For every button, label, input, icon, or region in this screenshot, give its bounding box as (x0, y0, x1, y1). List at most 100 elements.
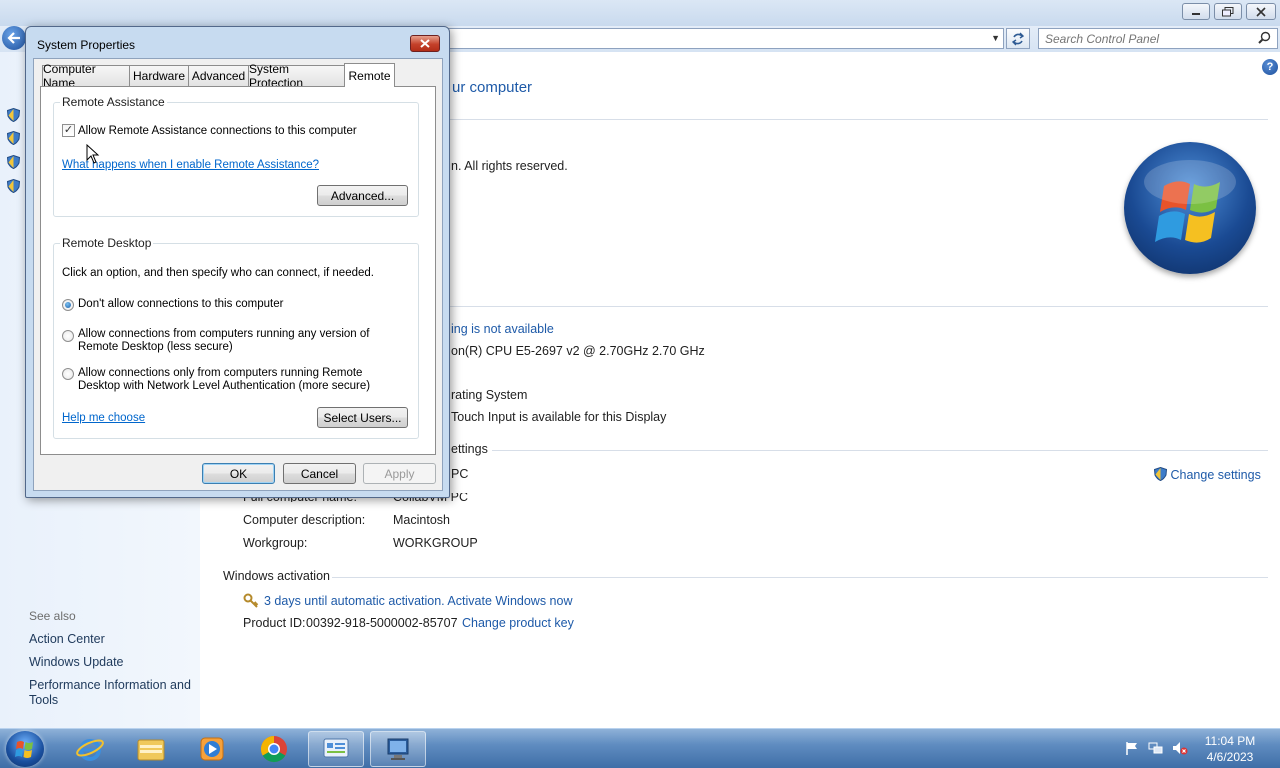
divider (492, 450, 1268, 451)
allow-any-version-radio[interactable] (62, 330, 74, 342)
see-also-action-center-link[interactable]: Action Center (29, 632, 194, 647)
allow-nla-only-radio[interactable] (62, 368, 74, 380)
dont-allow-label[interactable]: Don't allow connections to this computer (78, 298, 283, 311)
product-id-value: 00392-918-5000002-85707 (306, 616, 458, 630)
back-button[interactable] (2, 26, 26, 50)
restore-button[interactable] (1214, 3, 1242, 20)
windows-activation-heading: Windows activation (223, 569, 330, 583)
tab-remote[interactable]: Remote (344, 63, 395, 87)
taskbar (0, 728, 1280, 768)
computer-description-label: Computer description: (243, 513, 366, 527)
workgroup-value: WORKGROUP (393, 536, 478, 550)
chevron-down-icon[interactable]: ▼ (991, 33, 1000, 43)
see-also-windows-update-link[interactable]: Windows Update (29, 655, 194, 670)
dont-allow-radio[interactable] (62, 299, 74, 311)
dialog-body: Computer Name Hardware Advanced System P… (33, 58, 443, 491)
search-icon[interactable] (1258, 31, 1271, 44)
windows-flag-icon (15, 741, 33, 758)
allow-any-version-label-line2[interactable]: Remote Desktop (less secure) (78, 341, 233, 354)
computer-icon (387, 738, 409, 760)
shield-icon (7, 108, 20, 122)
taskbar-control-panel[interactable] (308, 731, 364, 767)
media-player-icon (200, 737, 224, 761)
computer-settings-heading: ettings (451, 442, 488, 456)
shield-icon (7, 179, 20, 193)
copyright-text: n. All rights reserved. (451, 159, 568, 173)
divider (450, 306, 1268, 307)
advanced-button[interactable]: Advanced... (317, 185, 408, 206)
tab-hardware[interactable]: Hardware (129, 65, 189, 86)
clock-date: 4/6/2023 (1206, 750, 1254, 764)
help-me-choose-link[interactable]: Help me choose (62, 412, 145, 424)
change-product-key-link[interactable]: Change product key (462, 616, 574, 630)
change-settings-label[interactable]: Change settings (1170, 468, 1260, 482)
remote-desktop-instruction: Click an option, and then specify who ca… (62, 267, 374, 279)
remote-tab-panel: Remote Assistance ✓ Allow Remote Assista… (40, 86, 436, 455)
activation-status-link[interactable]: 3 days until automatic activation. Activ… (264, 594, 572, 608)
taskbar-chrome[interactable] (246, 731, 302, 767)
search-input[interactable] (1039, 29, 1239, 48)
allow-remote-assistance-label[interactable]: Allow Remote Assistance connections to t… (78, 125, 357, 138)
close-window-button[interactable] (1246, 3, 1276, 20)
allow-nla-only-label-line2[interactable]: Desktop with Network Level Authenticatio… (78, 380, 370, 393)
arrow-left-icon (7, 32, 20, 44)
workgroup-label: Workgroup: (243, 536, 308, 550)
dialog-close-button[interactable] (410, 35, 440, 52)
close-icon (420, 39, 430, 48)
allow-nla-only-label-line1[interactable]: Allow connections only from computers ru… (78, 367, 362, 380)
taskbar-internet-explorer[interactable] (62, 731, 118, 767)
allow-remote-assistance-checkbox[interactable]: ✓ (62, 124, 75, 137)
remote-desktop-group: Remote Desktop Click an option, and then… (53, 236, 419, 439)
address-bar[interactable]: ▼ (448, 28, 1004, 49)
product-id-label: Product ID: (243, 616, 306, 630)
see-also-heading: See also (29, 609, 76, 623)
taskbar-windows-explorer[interactable] (123, 731, 179, 767)
minimize-icon (1192, 12, 1200, 15)
pen-touch-text[interactable]: ing is not available (451, 322, 554, 336)
close-icon (1256, 6, 1266, 17)
internet-explorer-icon (76, 739, 104, 761)
help-icon[interactable]: ? (1262, 59, 1278, 75)
taskbar-clock[interactable]: 11:04 PM 4/6/2023 (1198, 733, 1262, 765)
shield-icon (1153, 466, 1168, 482)
taskbar-media-player[interactable] (184, 731, 240, 767)
change-settings-link[interactable]: Change settings (1153, 466, 1261, 482)
volume-muted-icon[interactable] (1172, 741, 1188, 755)
windows-logo (1124, 142, 1256, 274)
apply-button: Apply (363, 463, 436, 484)
control-panel-icon (323, 738, 349, 758)
remote-assistance-group: Remote Assistance ✓ Allow Remote Assista… (53, 95, 419, 217)
clock-time: 11:04 PM (1204, 734, 1256, 748)
search-box[interactable] (1038, 28, 1278, 49)
minimize-button[interactable] (1182, 3, 1210, 20)
tab-system-protection[interactable]: System Protection (248, 62, 345, 90)
restore-icon (1222, 6, 1234, 16)
tab-computer-name[interactable]: Computer Name (42, 62, 130, 90)
refresh-button[interactable] (1006, 28, 1030, 49)
mouse-pointer-icon (86, 144, 100, 164)
processor-value: on(R) CPU E5-2697 v2 @ 2.70GHz 2.70 GHz (451, 344, 705, 358)
system-properties-dialog: System Properties Computer Name Hardware… (25, 26, 450, 498)
folder-icon (137, 739, 165, 761)
select-users-button[interactable]: Select Users... (317, 407, 408, 428)
network-icon[interactable] (1148, 741, 1164, 755)
remote-assistance-help-link[interactable]: What happens when I enable Remote Assist… (62, 159, 319, 171)
key-icon (243, 593, 259, 608)
dialog-title: System Properties (37, 38, 136, 52)
control-panel-titlebar (0, 0, 1280, 26)
tab-advanced[interactable]: Advanced (188, 65, 249, 86)
start-button[interactable] (6, 731, 44, 767)
shield-icon (7, 131, 20, 145)
see-also-performance-link[interactable]: Performance Information and Tools (29, 678, 194, 708)
divider (450, 119, 1268, 120)
computer-description-value: Macintosh (393, 513, 450, 527)
allow-any-version-label-line1[interactable]: Allow connections from computers running… (78, 328, 369, 341)
remote-desktop-group-label: Remote Desktop (60, 236, 154, 250)
cancel-button[interactable]: Cancel (283, 463, 356, 484)
taskbar-system-properties[interactable] (370, 731, 426, 767)
system-type-value: rating System (451, 388, 528, 402)
chrome-icon (260, 735, 287, 763)
ok-button[interactable]: OK (202, 463, 275, 484)
computer-name-value: PC (451, 467, 469, 481)
action-center-flag-icon[interactable] (1124, 741, 1140, 755)
